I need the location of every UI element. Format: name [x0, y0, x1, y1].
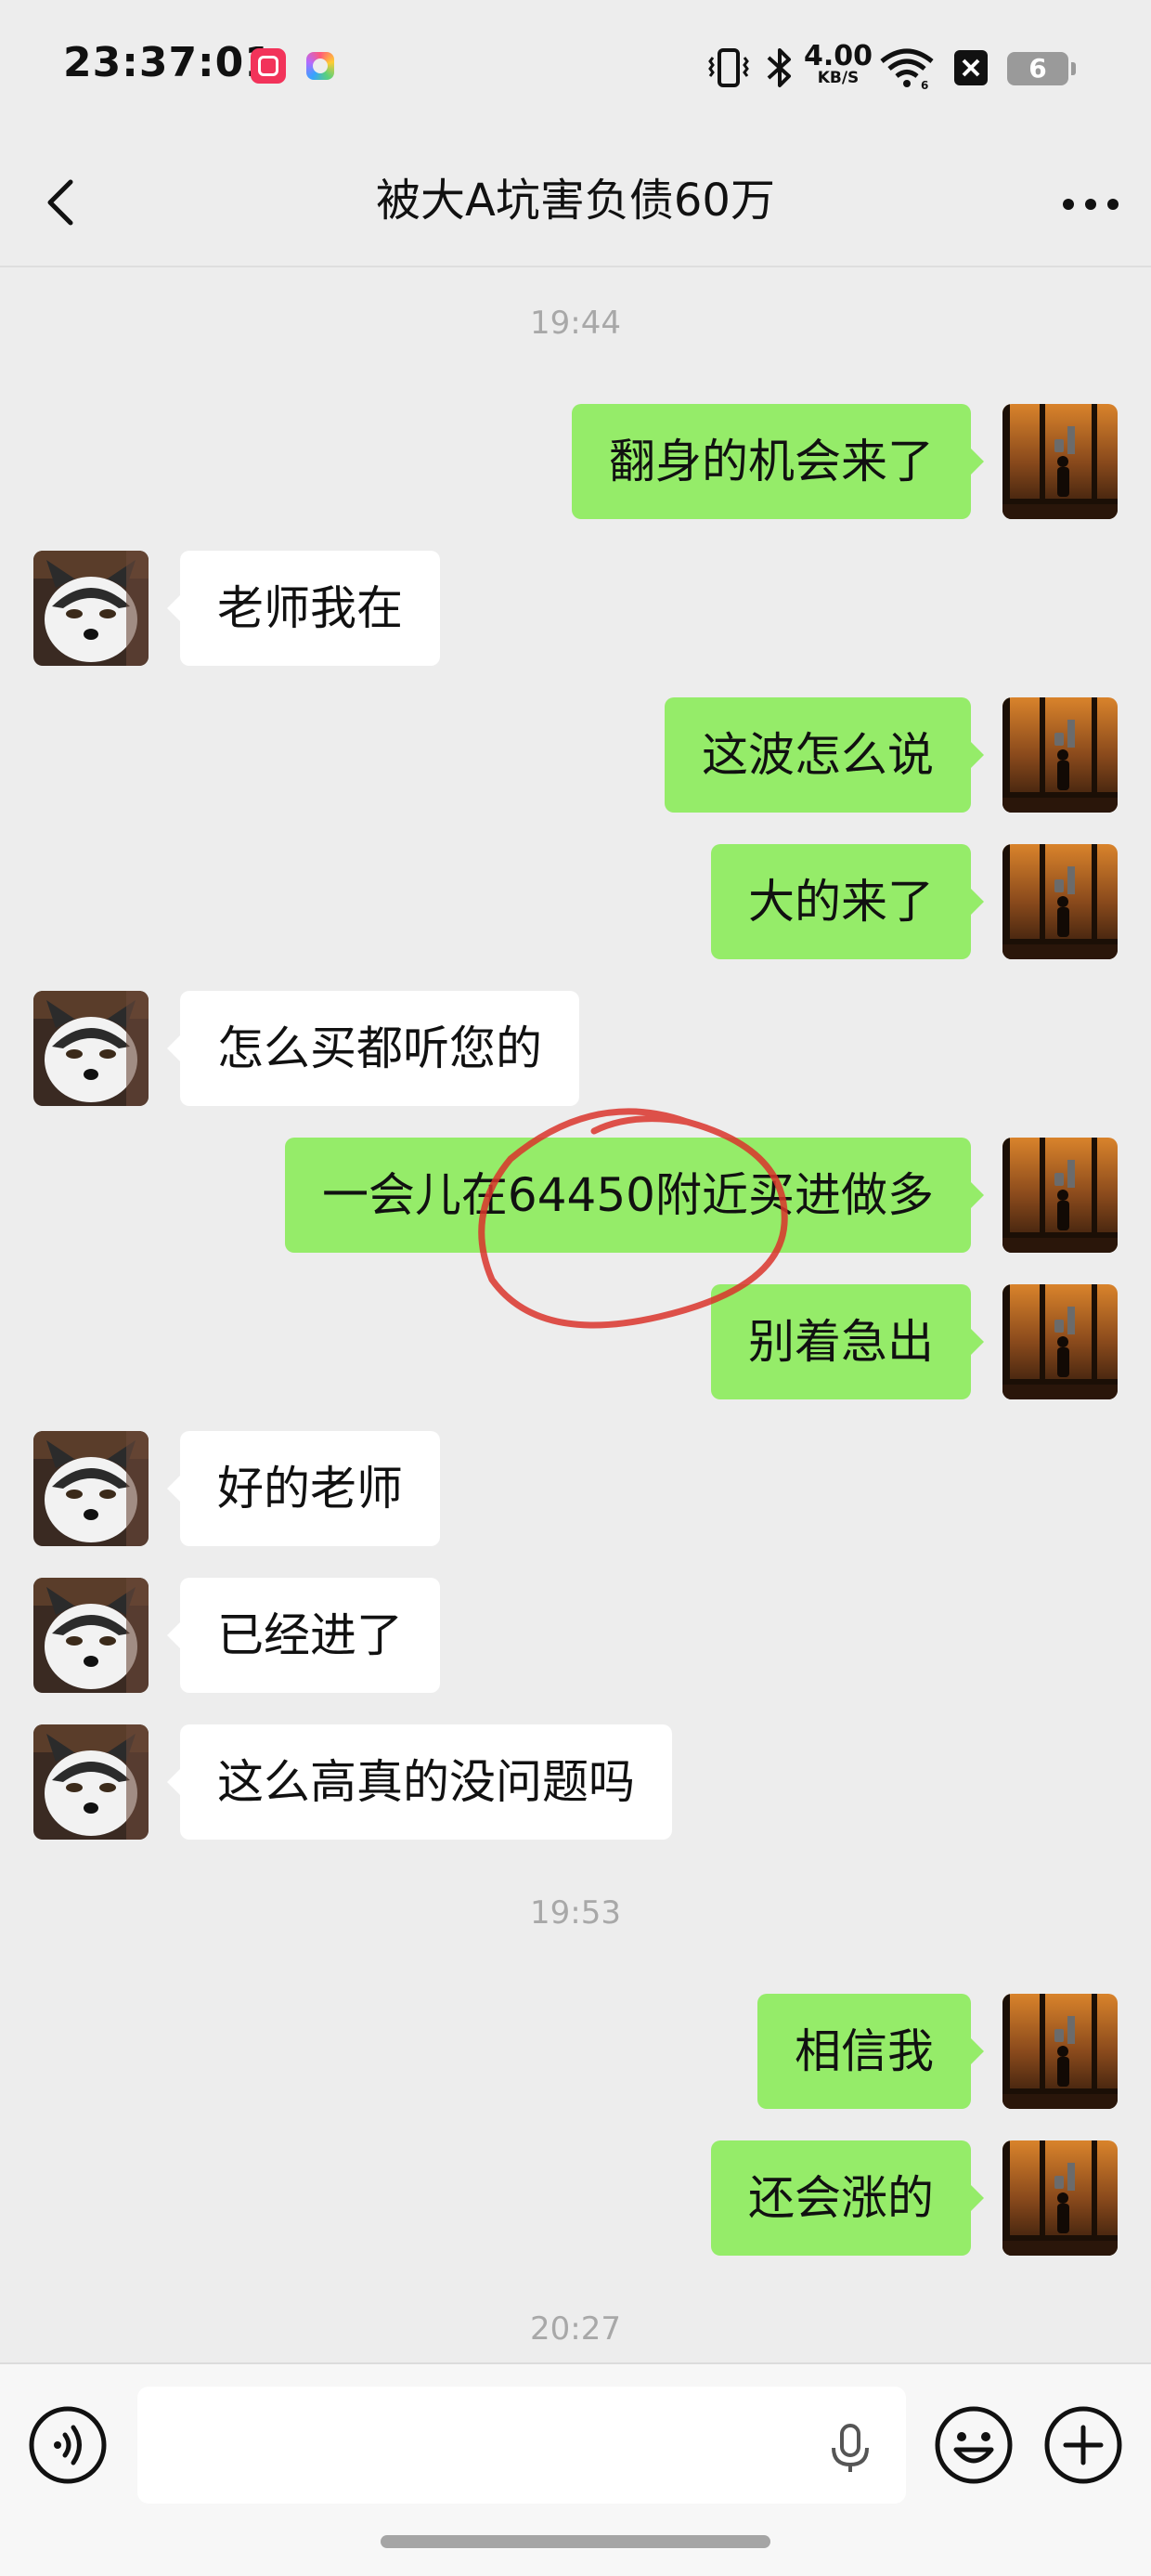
- message-bubble-received[interactable]: 怎么买都听您的: [167, 991, 579, 1106]
- plus-button[interactable]: [1043, 2405, 1123, 2485]
- message-list[interactable]: 19:44 翻身的机会来了 老师我在 这波怎么说 大的来了 怎么买都听您的 一会…: [0, 267, 1151, 2362]
- message-bubble-sent[interactable]: 相信我: [757, 1994, 984, 2109]
- message-row-sent: 相信我: [0, 1994, 1151, 2109]
- chat-title: 被大A坑害负债60万: [376, 175, 775, 227]
- svg-text:6: 6: [921, 79, 928, 91]
- message-row-sent: 一会儿在64450附近买进做多: [0, 1138, 1151, 1253]
- network-speed: 4.00 KB/S: [804, 43, 873, 86]
- avatar-self[interactable]: [1002, 1284, 1118, 1399]
- avatar-self[interactable]: [1002, 844, 1118, 959]
- chevron-left-icon: [47, 179, 73, 226]
- avatar-contact[interactable]: [33, 991, 149, 1106]
- timestamp: 20:27: [530, 2310, 621, 2348]
- message-row-received: 已经进了: [0, 1578, 1151, 1693]
- emoji-button[interactable]: [934, 2405, 1014, 2485]
- avatar-contact[interactable]: [33, 1724, 149, 1840]
- avatar-self[interactable]: [1002, 2140, 1118, 2256]
- message-row-sent: 大的来了: [0, 844, 1151, 959]
- message-bubble-sent[interactable]: 别着急出: [711, 1284, 984, 1399]
- message-row-sent: 这波怎么说: [0, 697, 1151, 813]
- status-time: 23:37:01: [63, 39, 274, 86]
- message-row-received: 怎么买都听您的: [0, 991, 1151, 1106]
- message-bubble-received[interactable]: 这么高真的没问题吗: [167, 1724, 672, 1840]
- avatar-contact[interactable]: [33, 551, 149, 666]
- app-color-icon: [306, 52, 334, 80]
- network-speed-unit: KB/S: [817, 69, 860, 87]
- microphone-icon[interactable]: [821, 2418, 880, 2478]
- input-bar: [0, 2362, 1151, 2576]
- timestamp: 19:53: [530, 1894, 621, 1932]
- bluetooth-icon: [767, 48, 791, 87]
- message-bubble-sent[interactable]: 翻身的机会来了: [572, 404, 984, 519]
- wifi-icon: 6: [880, 48, 934, 91]
- message-bubble-sent[interactable]: 还会涨的: [711, 2140, 984, 2256]
- close-box-icon: [954, 50, 988, 85]
- message-row-sent: 翻身的机会来了: [0, 404, 1151, 519]
- battery-icon: 6: [1007, 52, 1076, 85]
- more-button[interactable]: [1049, 165, 1132, 240]
- avatar-contact[interactable]: [33, 1578, 149, 1693]
- message-row-received: 这么高真的没问题吗: [0, 1724, 1151, 1840]
- voice-icon: [29, 2406, 107, 2484]
- avatar-self[interactable]: [1002, 697, 1118, 813]
- app-red-icon: [251, 48, 286, 84]
- message-bubble-received[interactable]: 老师我在: [167, 551, 440, 666]
- avatar-self[interactable]: [1002, 404, 1118, 519]
- more-dots-icon: [1063, 199, 1119, 210]
- voice-button[interactable]: [28, 2405, 108, 2485]
- message-input[interactable]: [137, 2387, 906, 2504]
- message-row-received: 好的老师: [0, 1431, 1151, 1546]
- back-button[interactable]: [28, 165, 102, 240]
- timestamp: 19:44: [530, 305, 621, 342]
- message-row-sent: 别着急出: [0, 1284, 1151, 1399]
- avatar-self[interactable]: [1002, 1138, 1118, 1253]
- avatar-contact[interactable]: [33, 1431, 149, 1546]
- plus-icon: [1044, 2406, 1122, 2484]
- status-bar: 23:37:01 4.00 KB/S 6 6: [0, 0, 1151, 139]
- message-bubble-sent[interactable]: 这波怎么说: [665, 697, 984, 813]
- message-bubble-received[interactable]: 好的老师: [167, 1431, 440, 1546]
- message-bubble-received[interactable]: 已经进了: [167, 1578, 440, 1693]
- vibrate-icon: [708, 48, 749, 87]
- message-row-sent: 还会涨的: [0, 2140, 1151, 2256]
- home-indicator[interactable]: [381, 2535, 770, 2548]
- chat-header: 被大A坑害负债60万: [0, 139, 1151, 267]
- avatar-self[interactable]: [1002, 1994, 1118, 2109]
- message-row-received: 老师我在: [0, 551, 1151, 666]
- network-speed-value: 4.00: [804, 40, 873, 72]
- message-bubble-sent[interactable]: 一会儿在64450附近买进做多: [284, 1138, 985, 1253]
- message-bubble-sent[interactable]: 大的来了: [711, 844, 984, 959]
- emoji-icon: [935, 2406, 1013, 2484]
